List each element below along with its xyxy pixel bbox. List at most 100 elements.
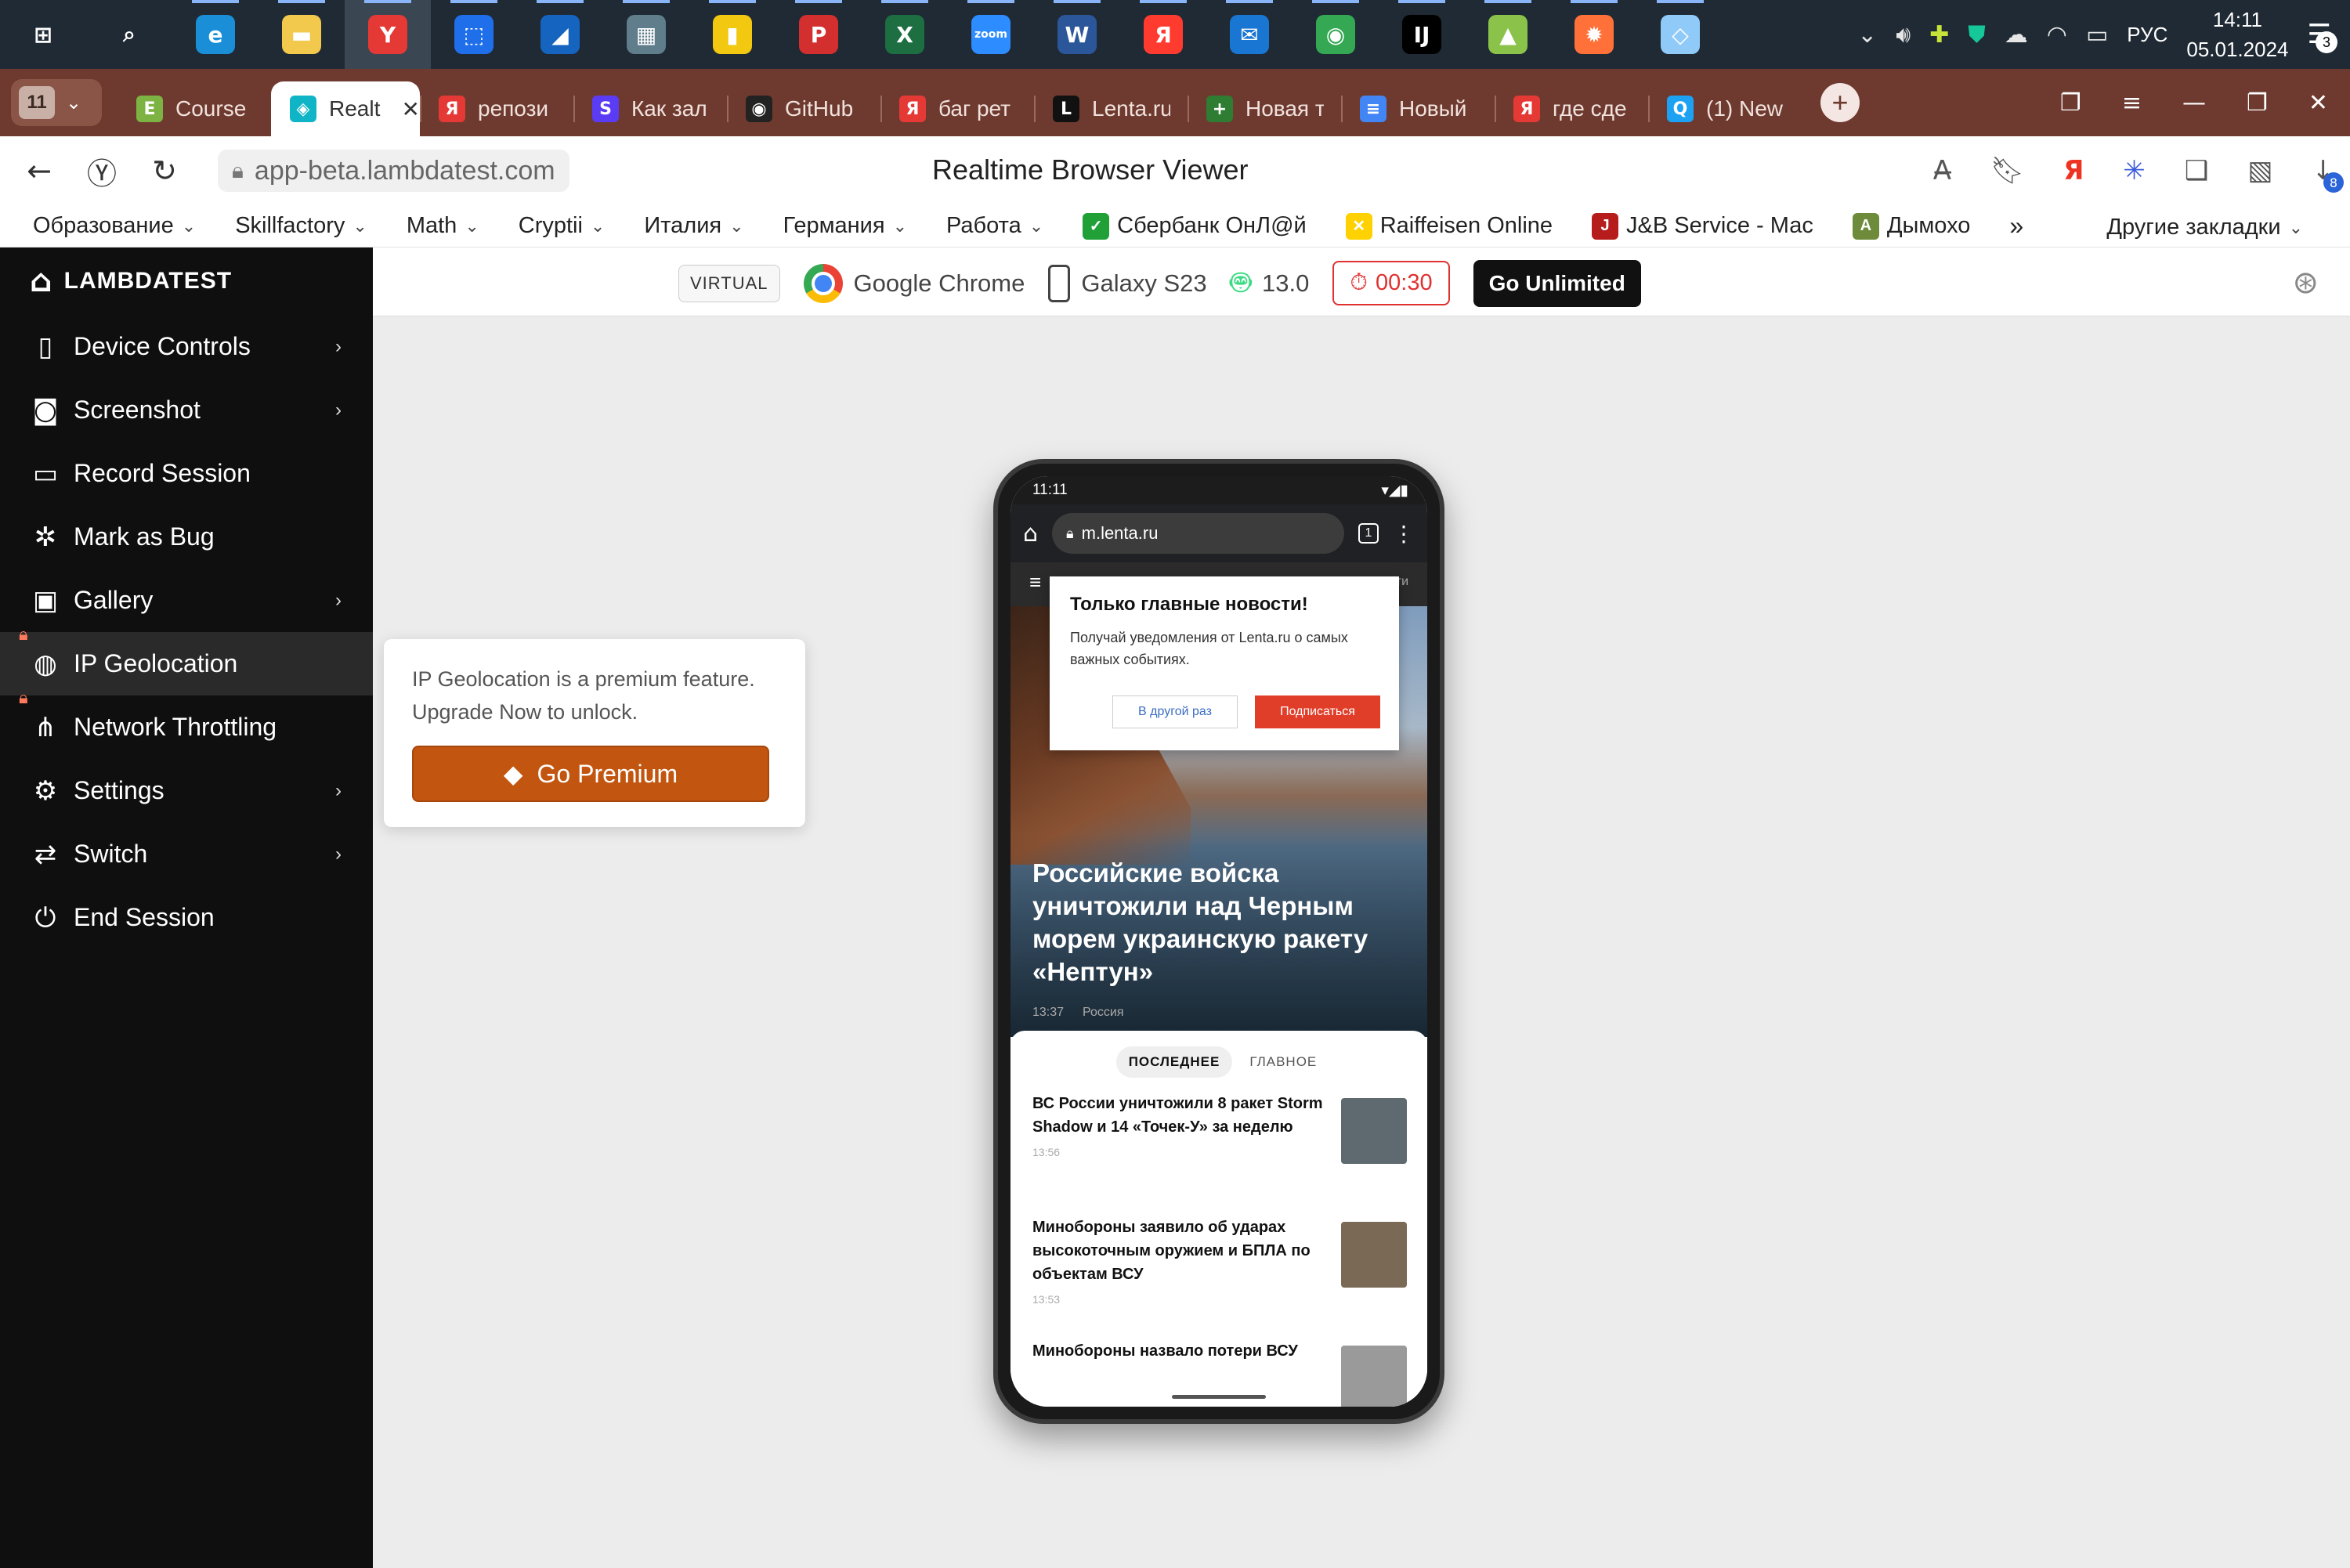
taskbar-app-yandex[interactable]: Y xyxy=(345,0,431,69)
more-icon[interactable]: ⋮ xyxy=(1393,521,1415,547)
yandex-home-icon[interactable]: Ⓨ xyxy=(78,150,125,193)
browser-tab[interactable]: Q (1) New xyxy=(1648,81,1802,136)
yandex-icon[interactable]: Я xyxy=(2063,155,2084,186)
device-screen[interactable]: 11:11 ▾◢▮ ⌂ 🔒︎ m.lenta.ru 1 ⋮ ≡ ти Росси… xyxy=(1010,476,1427,1407)
bookmark-folder[interactable]: Работа ⌄ xyxy=(946,213,1043,239)
browser-tab[interactable]: S Как зал xyxy=(573,81,727,136)
browser-tab[interactable]: + Новая т xyxy=(1188,81,1341,136)
menu-item-screenshot[interactable]: ◙ Screenshot › xyxy=(0,378,373,442)
close-window-button[interactable]: ✕ xyxy=(2308,89,2328,117)
menu-item-ip-geolocation[interactable]: 🔒︎ ◍ IP Geolocation xyxy=(0,624,373,695)
taskbar-app-calculator[interactable]: ▦ xyxy=(603,0,689,69)
bookmark-folder[interactable]: Skillfactory ⌄ xyxy=(235,213,367,239)
taskbar-app-firefox[interactable]: ✹ xyxy=(1551,0,1637,69)
taskbar-app-yandex-browser[interactable]: Я xyxy=(1120,0,1206,69)
bookmark-folder[interactable]: Италия ⌄ xyxy=(644,213,743,239)
bookmark-link[interactable]: ✕ Raiffeisen Online xyxy=(1345,212,1553,240)
bookmark-folder[interactable]: Math ⌄ xyxy=(407,213,479,239)
news-item[interactable]: ВС России уничтожили 8 ракет Storm Shado… xyxy=(1010,1092,1427,1201)
go-premium-button[interactable]: ◆ Go Premium xyxy=(412,746,769,802)
network-settings-icon[interactable]: ⊛ xyxy=(2292,265,2319,301)
taskbar-app-snipping[interactable]: ⬚ xyxy=(431,0,517,69)
screenshot-extension-icon[interactable]: ▧ xyxy=(2247,155,2272,186)
tab-switcher-button[interactable]: 1 xyxy=(1358,523,1379,544)
later-button[interactable]: В другой раз xyxy=(1112,695,1238,728)
subscribe-button[interactable]: Подписаться xyxy=(1255,695,1380,728)
menu-item-gallery[interactable]: ▣ Gallery › xyxy=(0,569,373,632)
bookmark-folder[interactable]: Cryptii ⌄ xyxy=(519,213,606,239)
browser-tab[interactable]: Ягде сде xyxy=(1495,81,1648,136)
taskbar-app-start[interactable]: ⊞ xyxy=(0,0,86,69)
bookmarks-more[interactable]: » xyxy=(2009,211,2023,240)
input-language[interactable]: РУС xyxy=(2127,23,2167,47)
wifi-icon[interactable]: ◠ xyxy=(2047,21,2067,49)
reload-icon[interactable]: ↻ xyxy=(125,154,204,188)
news-item[interactable]: Минобороны заявило об ударах высокоточны… xyxy=(1010,1216,1427,1325)
bookmark-folder[interactable]: Образование ⌄ xyxy=(33,213,196,239)
browser-tab[interactable]: L Lenta.ru xyxy=(1034,81,1188,136)
menu-item-end-session[interactable]: ⏻ End Session xyxy=(0,886,373,949)
bookmark-link[interactable]: A Дымохо xyxy=(1852,212,1970,240)
battery-icon[interactable]: ▭ xyxy=(2086,21,2108,49)
restore-button[interactable]: ❐ xyxy=(2247,89,2268,117)
cloud-icon[interactable]: ☁ xyxy=(2005,21,2028,49)
browser-tab[interactable]: ◉ GitHub xyxy=(727,81,880,136)
taskbar-app-mail[interactable]: ✉ xyxy=(1206,0,1292,69)
taskbar-app-chrome[interactable]: ◉ xyxy=(1292,0,1379,69)
chat-icon[interactable]: ❑ xyxy=(2185,155,2208,186)
menu-item-network-throttling[interactable]: 🔒︎ ⋔ Network Throttling xyxy=(0,688,373,759)
taskbar-app-edge[interactable]: e xyxy=(172,0,258,69)
taskbar-app-powerbi[interactable]: ▮ xyxy=(689,0,776,69)
taskbar-app-notes[interactable]: ◇ xyxy=(1637,0,1723,69)
menu-item-record-session[interactable]: ▭ Record Session xyxy=(0,442,373,505)
bookmark-folder[interactable]: Германия ⌄ xyxy=(783,213,907,239)
bookmark-link[interactable]: J J&B Service - Мас xyxy=(1592,212,1813,240)
browser-tab[interactable]: Ябаг рет xyxy=(880,81,1034,136)
extension-asterisk-icon[interactable]: ✳ xyxy=(2123,155,2146,186)
clock[interactable]: 14:11 05.01.2024 xyxy=(2186,5,2288,64)
browser-tab[interactable]: ◈ Realt ✕ xyxy=(271,81,420,136)
collections-icon[interactable]: ❐ xyxy=(2060,89,2081,117)
hamburger-icon[interactable]: ≡ xyxy=(1029,570,1041,594)
taskbar-app-zoom[interactable]: zoom xyxy=(948,0,1034,69)
taskbar-app-search[interactable]: ⌕ xyxy=(86,0,172,69)
taskbar-app-explorer[interactable]: ▬ xyxy=(258,0,345,69)
browser-tab[interactable]: Ярепози xyxy=(420,81,573,136)
taskbar-app-intellij[interactable]: IJ xyxy=(1379,0,1465,69)
new-tab-button[interactable]: + xyxy=(1820,83,1860,122)
volume-icon[interactable]: 🔊︎ xyxy=(1896,21,1911,49)
home-indicator[interactable] xyxy=(1172,1395,1266,1399)
taskbar-app-excel[interactable]: X xyxy=(862,0,948,69)
go-unlimited-button[interactable]: Go Unlimited xyxy=(1473,259,1641,307)
browser-tab[interactable]: E Course xyxy=(118,81,271,136)
close-tab-icon[interactable]: ✕ xyxy=(402,96,420,122)
tab-latest[interactable]: ПОСЛЕДНЕЕ xyxy=(1115,1046,1233,1078)
back-icon[interactable]: ← xyxy=(0,154,78,188)
browser-tab[interactable]: ≡ Новый xyxy=(1341,81,1495,136)
tab-main[interactable]: ГЛАВНОЕ xyxy=(1245,1046,1321,1078)
shield-icon[interactable]: ⛊ xyxy=(1968,21,1986,49)
downloads-icon[interactable]: ↓ 8 xyxy=(2312,155,2344,193)
taskbar-app-image-viewer[interactable]: ▲ xyxy=(1465,0,1551,69)
bookmark-link[interactable]: ✓ Сбербанк ОнЛ@й xyxy=(1083,212,1307,240)
other-bookmarks[interactable]: Другие закладки ⌄ xyxy=(2106,215,2303,240)
menu-item-device-controls[interactable]: ▯ Device Controls › xyxy=(0,315,373,378)
menu-item-mark-as-bug[interactable]: ✲ Mark as Bug xyxy=(0,505,373,569)
bookmark-icon[interactable]: 🔖︎ xyxy=(1990,155,2024,186)
chevron-up-icon[interactable]: ⌄ xyxy=(1857,21,1877,49)
plus-badge-icon[interactable]: ✚ xyxy=(1929,21,1949,49)
translate-icon[interactable]: A̶ xyxy=(1933,155,1951,186)
notifications-icon[interactable]: ☰3 xyxy=(2308,19,2337,53)
menu-item-settings[interactable]: ⚙ Settings › xyxy=(0,759,373,822)
minimize-button[interactable]: — xyxy=(2182,89,2206,117)
menu-item-switch[interactable]: ⇄ Switch › xyxy=(0,822,373,886)
taskbar-app-onedrive-like[interactable]: ◢ xyxy=(517,0,603,69)
taskbar-app-psiphon[interactable]: P xyxy=(776,0,862,69)
tab-count-button[interactable]: 11 ⌄ xyxy=(11,79,102,126)
taskbar-app-word[interactable]: W xyxy=(1034,0,1120,69)
url-field[interactable]: 🔒︎ app-beta.lambdatest.com xyxy=(218,150,569,192)
menu-icon[interactable]: ≡ xyxy=(2122,89,2142,117)
lambdatest-logo[interactable]: ⌂ LAMBDATEST xyxy=(0,247,373,315)
home-icon[interactable]: ⌂ xyxy=(1023,520,1038,547)
mobile-url-field[interactable]: 🔒︎ m.lenta.ru xyxy=(1052,513,1344,554)
